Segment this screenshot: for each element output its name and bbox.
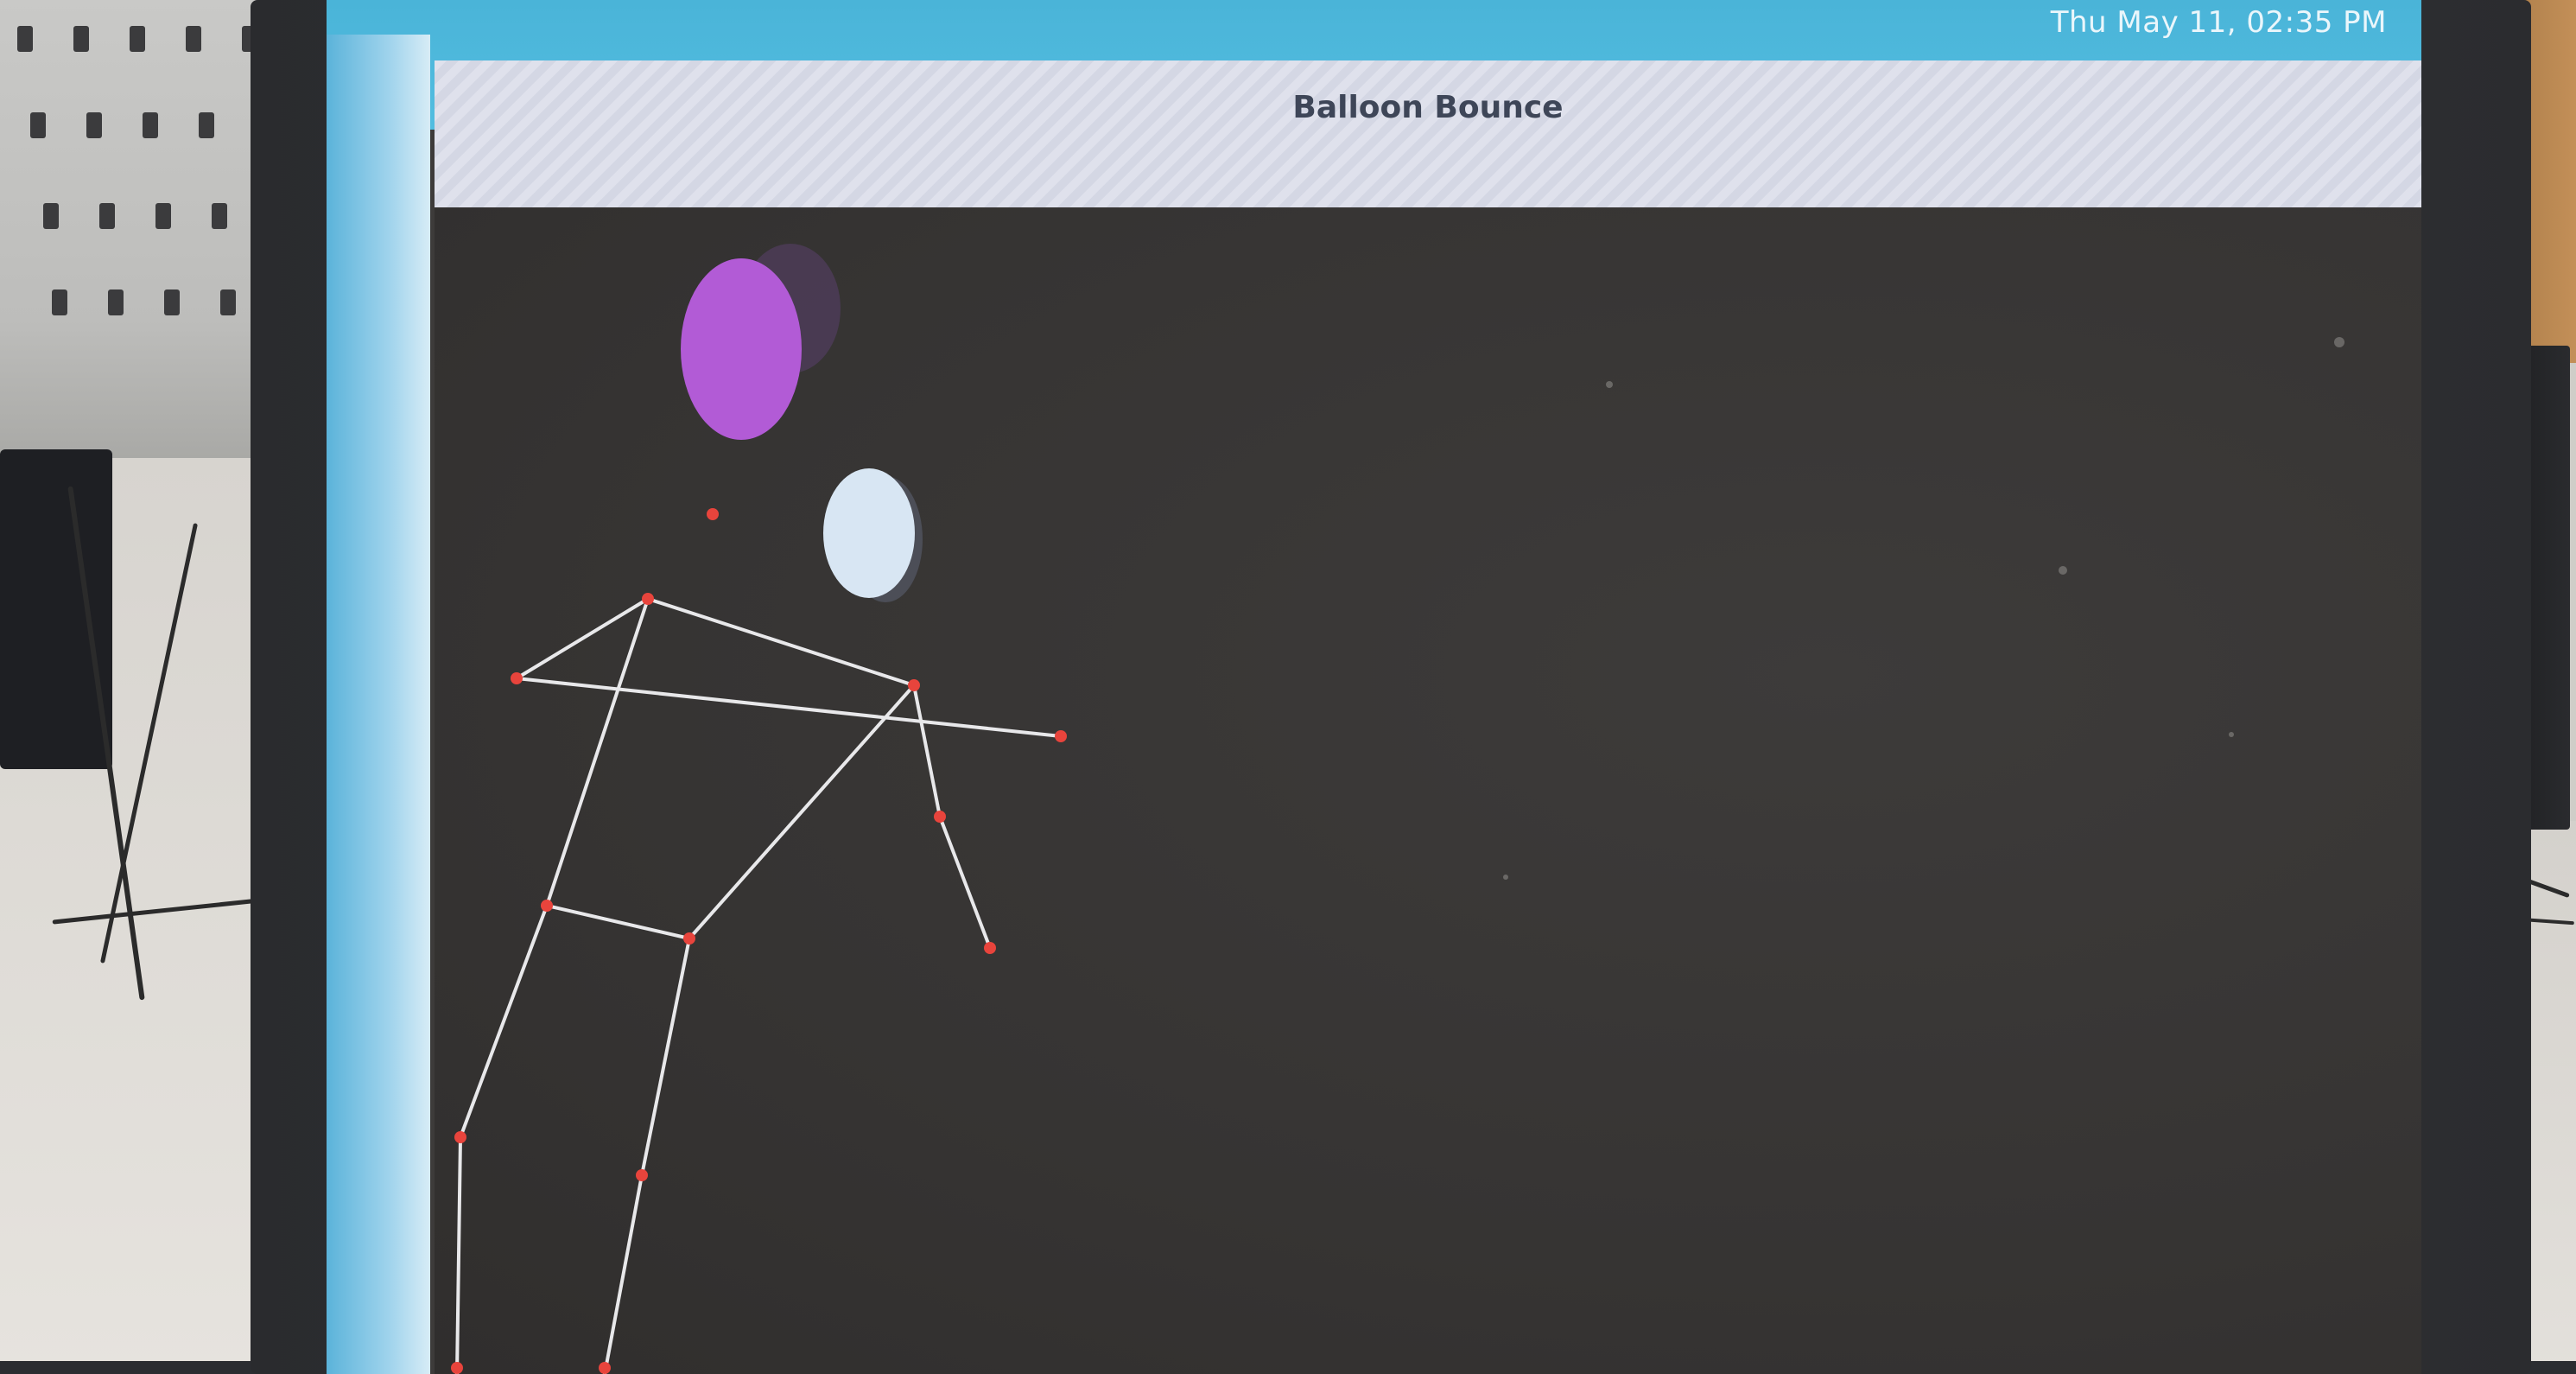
white-balloon-body — [823, 468, 915, 598]
purple-balloon-body — [681, 258, 802, 440]
white-balloon[interactable] — [823, 468, 923, 602]
monitor-screen: Thu May 11, 02:35 PM Balloon Bounce — [327, 0, 2421, 1374]
joint-right-wrist — [984, 942, 996, 954]
joint-right-shoulder — [908, 679, 920, 691]
bone-left-shin — [455, 1135, 462, 1374]
joint-nose — [707, 508, 719, 520]
window-title: Balloon Bounce — [1292, 90, 1564, 125]
purple-balloon[interactable] — [681, 244, 841, 440]
app-window[interactable]: Balloon Bounce — [435, 60, 2421, 1374]
background-monitor — [0, 449, 112, 769]
bone-hips — [545, 904, 691, 940]
bone-left-arm — [515, 677, 1063, 738]
bone-shoulder-line — [646, 597, 916, 687]
joint-neck — [642, 593, 654, 605]
joint-left-ankle — [451, 1362, 463, 1374]
bone-left-torso — [545, 597, 650, 907]
pose-joints — [451, 508, 1067, 1374]
clock[interactable]: Thu May 11, 02:35 PM — [2051, 5, 2387, 40]
window-titlebar[interactable]: Balloon Bounce — [435, 60, 2421, 210]
joint-right-elbow — [934, 811, 946, 823]
bone-right-thigh — [640, 937, 691, 1177]
bone-right-shin — [603, 1174, 644, 1374]
pose-skeleton — [455, 597, 1063, 1374]
bone-right-torso — [688, 684, 916, 940]
joint-left-knee — [454, 1131, 466, 1143]
joint-right-hip — [683, 932, 695, 945]
joint-right-ankle — [599, 1362, 611, 1374]
bone-left-thigh — [459, 904, 549, 1139]
bone-left-shoulder — [515, 597, 650, 680]
joint-right-knee — [636, 1169, 648, 1181]
game-canvas[interactable] — [435, 207, 2421, 1374]
game-scene — [451, 244, 2344, 1374]
joint-left-wrist — [1055, 730, 1067, 742]
bone-right-upper-arm — [912, 684, 942, 818]
joint-left-elbow — [511, 672, 523, 684]
screen-dust — [1503, 337, 2344, 880]
joint-left-hip — [541, 900, 553, 912]
desktop-edge — [327, 35, 430, 1374]
bone-right-forearm — [938, 815, 992, 950]
